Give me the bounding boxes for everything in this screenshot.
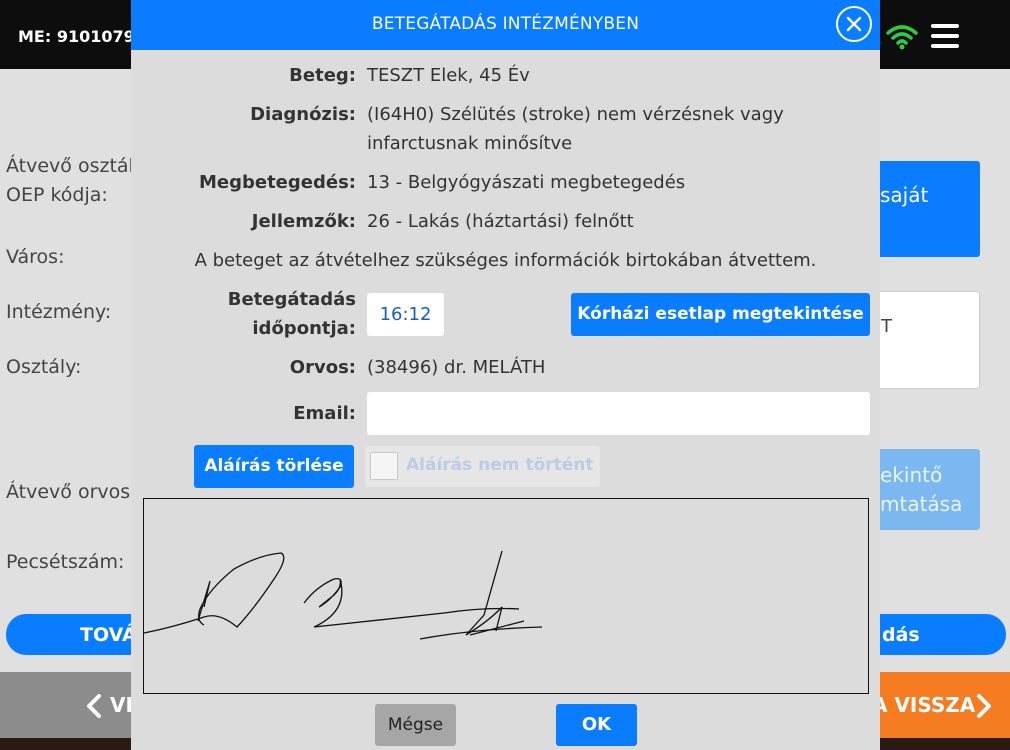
own-button-label: saját	[880, 183, 929, 207]
viewer-print-line1: ekintő	[880, 463, 943, 487]
illness-value: 13 - Belgyógyászati megbetegedés	[367, 172, 686, 193]
handover-time-label-line2: időpontja:	[252, 318, 356, 339]
illness-label: Megbetegedés:	[198, 172, 356, 193]
stamp-number-label: Pecsétszám:	[6, 551, 125, 573]
modal-header: BETEGÁTADÁS INTÉZMÉNYBEN	[131, 0, 880, 50]
chevron-left-icon	[86, 694, 102, 722]
handover-statement: A beteget az átvételhez szükséges inform…	[194, 250, 817, 271]
department-label: Osztály:	[6, 356, 82, 378]
doctor-label: Orvos:	[289, 357, 356, 378]
me-number: ME: 91010799	[18, 27, 146, 46]
diagnosis-value-line2: infarctusnak minősítve	[367, 133, 573, 154]
handover-time-field[interactable]: 16:12	[367, 293, 444, 336]
receiving-doctor-label: Átvevő orvos:	[6, 481, 137, 503]
back-button-label: VI	[110, 693, 133, 717]
institution-select-value: T	[881, 316, 892, 337]
view-hospital-record-button[interactable]: Kórházi esetlap megtekintése	[571, 293, 870, 336]
chevron-right-icon	[976, 694, 992, 722]
viewer-print-line2: mtatása	[880, 492, 963, 516]
handover-modal: BETEGÁTADÁS INTÉZMÉNYBEN Beteg: TESZT El…	[131, 0, 880, 750]
email-field[interactable]	[367, 392, 870, 435]
no-signature-label: Aláírás nem történt	[406, 455, 594, 475]
hamburger-menu-icon[interactable]	[931, 24, 959, 48]
forward-label: TOVÁ	[80, 624, 137, 646]
return-button-label: A VISSZA	[872, 693, 976, 717]
diagnosis-label: Diagnózis:	[250, 104, 356, 125]
close-icon[interactable]	[836, 6, 872, 42]
email-label: Email:	[293, 403, 356, 424]
doctor-value: (38496) dr. MELÁTH	[367, 357, 546, 378]
city-label: Város:	[6, 246, 65, 268]
institution-label: Intézmény:	[6, 301, 112, 323]
handover-label: dás	[882, 624, 920, 646]
no-signature-toggle[interactable]: Aláírás nem történt	[365, 446, 600, 487]
no-signature-checkbox[interactable]	[370, 452, 398, 480]
features-label: Jellemzők:	[251, 211, 356, 232]
features-value: 26 - Lakás (háztartási) felnőtt	[367, 211, 634, 232]
handover-time-label-line1: Betegátadás	[227, 289, 356, 310]
clear-signature-button[interactable]: Aláírás törlése	[194, 445, 354, 488]
patient-label: Beteg:	[289, 65, 356, 86]
patient-value: TESZT Elek, 45 Év	[367, 65, 530, 86]
modal-title: BETEGÁTADÁS INTÉZMÉNYBEN	[371, 14, 640, 34]
oep-code-label: OEP kódja:	[6, 184, 108, 206]
signature-pad[interactable]	[143, 498, 869, 694]
receiving-dept-label: Átvevő osztály	[6, 155, 146, 177]
diagnosis-value-line1: (I64H0) Szélütés (stroke) nem vérzésnek …	[367, 104, 784, 125]
wifi-icon	[886, 24, 918, 54]
signature-drawing	[143, 550, 543, 640]
ok-button[interactable]: OK	[556, 704, 637, 746]
cancel-button[interactable]: Mégse	[375, 704, 456, 746]
